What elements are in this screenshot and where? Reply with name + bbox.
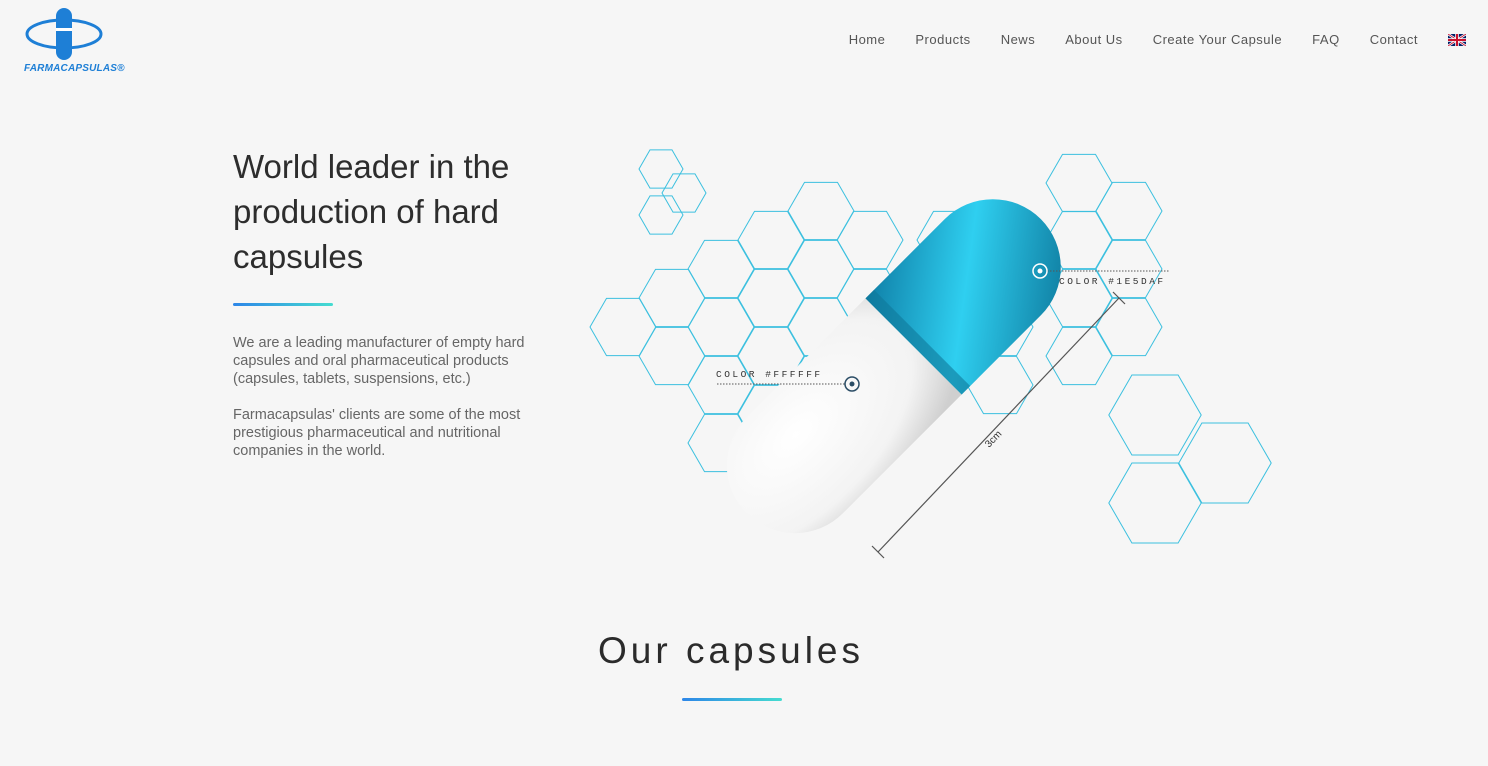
hero-title-line: World leader in the xyxy=(233,148,510,185)
nav-news[interactable]: News xyxy=(1001,32,1036,47)
hexagon-shape xyxy=(836,210,904,270)
capsule xyxy=(726,199,1061,534)
hexagon-shape xyxy=(687,355,755,415)
hero-title-line: capsules xyxy=(233,238,364,275)
capsule-diagram: COLOR #FFFFFF COLOR #1E5DAF 3cm xyxy=(589,149,1272,559)
hexagon-shape xyxy=(661,173,707,213)
hexagon-shape xyxy=(638,149,684,189)
paragraph-line: prestigious pharmaceutical and nutrition… xyxy=(233,425,501,441)
body-color-label: COLOR #FFFFFF xyxy=(716,369,823,380)
capsule-illustration: COLOR #FFFFFF COLOR #1E5DAF 3cm xyxy=(585,145,1275,570)
uk-flag-icon[interactable] xyxy=(1448,33,1466,46)
paragraph-line: Farmacapsulas' clients are some of the m… xyxy=(233,407,521,423)
logo-wordmark: FARMACAPSULAS® xyxy=(24,63,125,74)
main-navigation: Home Products News About Us Create Your … xyxy=(819,32,1466,47)
section-accent-divider xyxy=(682,698,782,701)
hexagon-shape xyxy=(1108,462,1202,544)
hexagon-shape xyxy=(638,326,706,386)
paragraph-line: capsules and oral pharmaceutical product… xyxy=(233,353,509,369)
hexagon-shape xyxy=(687,297,755,357)
section-title-our-capsules: Our capsules xyxy=(598,630,864,671)
hero-paragraph-clients: Farmacapsulas' clients are some of the m… xyxy=(233,406,553,460)
hero-accent-divider xyxy=(233,303,333,306)
capsule-logo-icon xyxy=(25,8,103,60)
hexagon-shape xyxy=(737,268,805,328)
nav-products[interactable]: Products xyxy=(915,32,970,47)
site-header: FARMACAPSULAS® Home Products News About … xyxy=(0,0,1488,90)
nav-home[interactable]: Home xyxy=(849,32,886,47)
hexagon-shape xyxy=(1045,326,1113,386)
paragraph-line: (capsules, tablets, suspensions, etc.) xyxy=(233,371,471,387)
hexagon-shape xyxy=(1108,374,1202,456)
hexagon-shape xyxy=(787,239,855,299)
farmacapsulas-logo[interactable]: FARMACAPSULAS® xyxy=(22,8,125,76)
hexagon-shape xyxy=(687,239,755,299)
hexagon-shape xyxy=(1095,181,1163,241)
hexagon-shape xyxy=(1095,239,1163,299)
cap-color-label: COLOR #1E5DAF xyxy=(1059,276,1166,287)
hexagon-shape xyxy=(1095,297,1163,357)
hero-title-line: production of hard xyxy=(233,193,500,230)
nav-contact[interactable]: Contact xyxy=(1370,32,1418,47)
hero-paragraph-intro: We are a leading manufacturer of empty h… xyxy=(233,334,553,388)
nav-faq[interactable]: FAQ xyxy=(1312,32,1340,47)
nav-about-us[interactable]: About Us xyxy=(1065,32,1122,47)
paragraph-line: companies in the world. xyxy=(233,443,386,459)
hexagon-shape xyxy=(589,297,657,357)
hexagon-shape xyxy=(1045,153,1113,213)
paragraph-line: We are a leading manufacturer of empty h… xyxy=(233,335,525,351)
hero-title: World leader in the production of hard c… xyxy=(233,144,573,279)
nav-create-your-capsule[interactable]: Create Your Capsule xyxy=(1153,32,1282,47)
hexagon-shape xyxy=(1178,422,1272,504)
hexagon-shape xyxy=(638,268,706,328)
hexagon-shape xyxy=(787,181,855,241)
dimension-label: 3cm xyxy=(983,429,1004,450)
hexagon-shape xyxy=(737,210,805,270)
hexagon-shape xyxy=(638,195,684,235)
